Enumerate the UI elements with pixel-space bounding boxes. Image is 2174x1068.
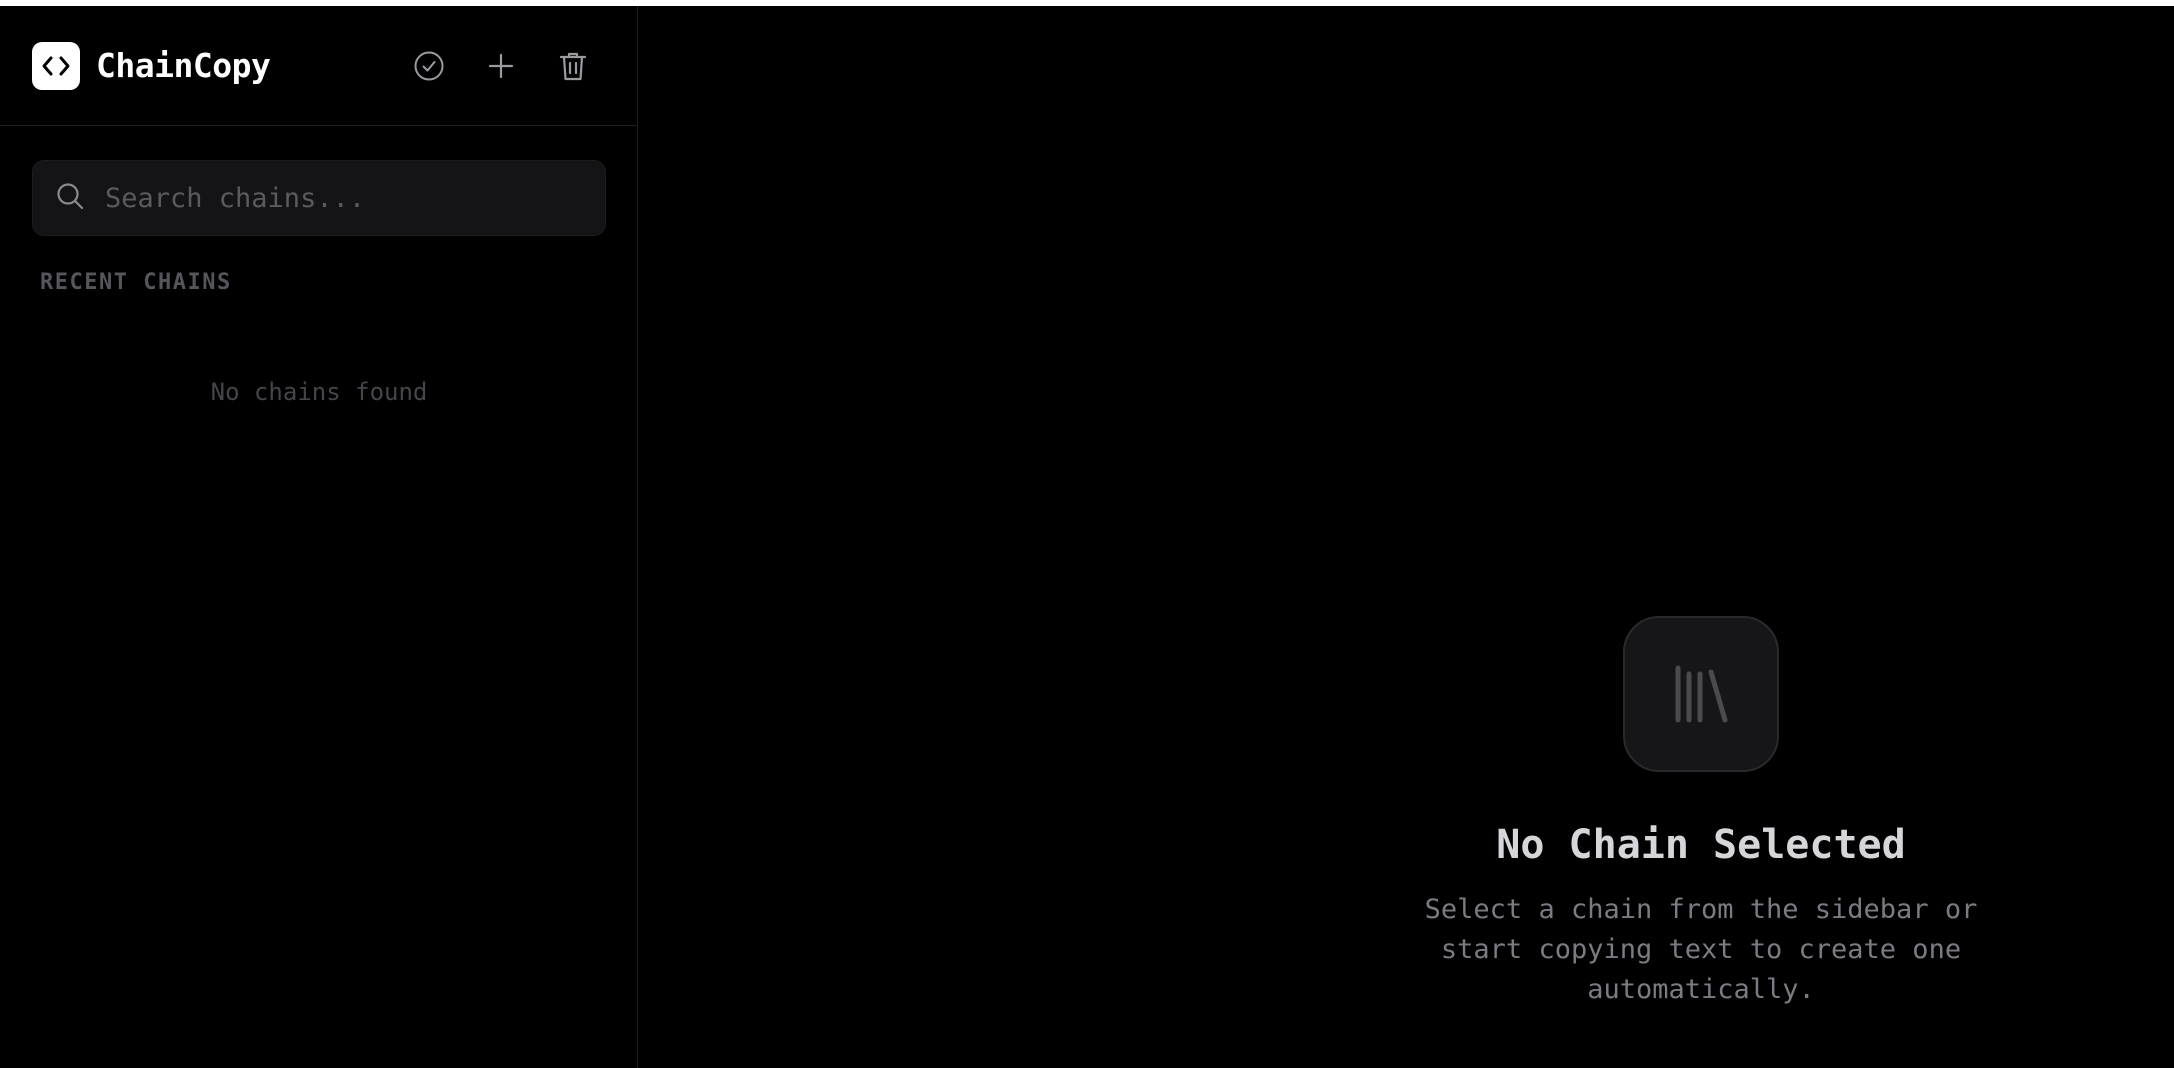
search-icon — [55, 181, 85, 215]
library-icon — [1623, 616, 1779, 772]
app-name: ChainCopy — [96, 46, 271, 85]
header-actions — [407, 6, 595, 126]
empty-state-description: Select a chain from the sidebar or start… — [1424, 894, 1978, 1005]
app-window: ChainCopy Search chains... RECENT CHAINS… — [0, 6, 2174, 1068]
sidebar: ChainCopy Search chains... RECENT CHAINS… — [0, 6, 638, 1068]
empty-state: No Chain Selected Select a chain from th… — [1391, 616, 2011, 1010]
trash-icon[interactable] — [551, 44, 595, 88]
search-input[interactable] — [103, 181, 567, 215]
recent-chains-heading: RECENT CHAINS — [40, 270, 232, 295]
search-box[interactable] — [32, 160, 606, 236]
empty-list-message: No chains found — [210, 378, 428, 406]
main-panel: No Chain Selected Select a chain from th… — [638, 6, 2174, 1068]
check-circle-icon[interactable] — [407, 44, 451, 88]
empty-state-title: No Chain Selected — [1496, 822, 1906, 868]
sidebar-header: ChainCopy — [0, 6, 637, 126]
code-brackets-icon — [32, 41, 80, 90]
plus-icon[interactable] — [479, 44, 523, 88]
